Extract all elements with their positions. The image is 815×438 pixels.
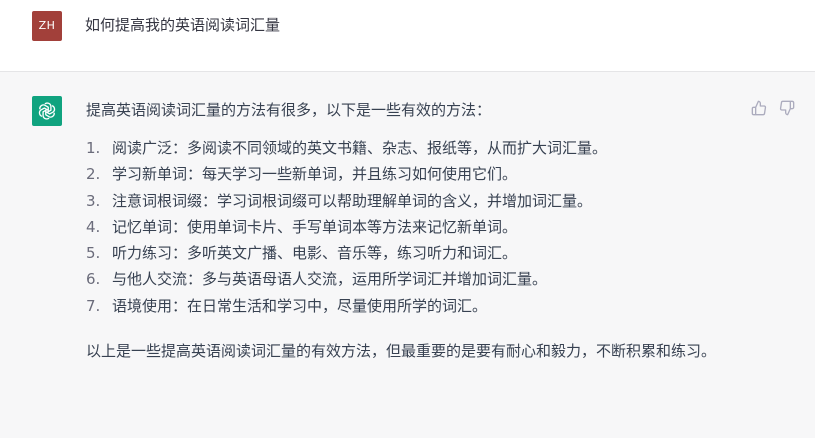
assistant-avatar (32, 96, 62, 126)
assistant-intro: 提高英语阅读词汇量的方法有很多，以下是一些有效的方法： (86, 101, 492, 119)
list-item-text: 阅读广泛：多阅读不同领域的英文书籍、杂志、报纸等，从而扩大词汇量。 (112, 139, 608, 157)
list-item-number: 4. (86, 217, 101, 236)
method-list-item: 2. 学习新单词：每天学习一些新单词，并且练习如何使用它们。 (86, 163, 736, 189)
list-item-number: 6. (86, 270, 101, 289)
openai-logo-icon (38, 102, 56, 120)
list-item-text: 记忆单词：使用单词卡片、手写单词本等方法来记忆新单词。 (112, 217, 518, 236)
list-item-text: 听力练习：多听英文广播、电影、音乐等，练习听力和词汇。 (112, 244, 518, 263)
list-item-text: 注意词根词缀：学习词根词缀可以帮助理解单词的含义，并增加词汇量。 (112, 191, 593, 210)
list-item-number: 5. (86, 244, 101, 263)
list-item-number: 7. (86, 296, 101, 315)
user-message-text: 如何提高我的英语阅读词汇量 (85, 16, 281, 34)
method-list-item: 4. 记忆单词：使用单词卡片、手写单词本等方法来记忆新单词。 (86, 216, 736, 242)
thumbs-up-icon[interactable] (751, 100, 767, 116)
assistant-closing: 以上是一些提高英语阅读词汇量的有效方法，但最重要的是要有耐心和毅力，不断积累和练… (86, 342, 717, 361)
method-list-item: 7. 语境使用：在日常生活和学习中，尽量使用所学的词汇。 (86, 295, 736, 321)
thumbs-down-icon[interactable] (779, 100, 795, 116)
method-list: 1. 阅读广泛：多阅读不同领域的英文书籍、杂志、报纸等，从而扩大词汇量。 2. 学习新… (86, 137, 736, 321)
user-avatar: ZH (32, 11, 62, 41)
method-list-item: 1. 阅读广泛：多阅读不同领域的英文书籍、杂志、报纸等，从而扩大词汇量。 (86, 137, 736, 163)
list-item-text: 与他人交流：多与英语母语人交流，运用所学词汇并增加词汇量。 (112, 270, 548, 289)
method-list-item: 3. 注意词根词缀：学习词根词缀可以帮助理解单词的含义，并增加词汇量。 (86, 190, 736, 216)
user-message-row: ZH 如何提高我的英语阅读词汇量 (0, 0, 815, 72)
list-item-number: 1. (86, 139, 101, 157)
assistant-message-content: 提高英语阅读词汇量的方法有很多，以下是一些有效的方法： 1. 阅读广泛：多阅读不同… (86, 99, 736, 364)
assistant-message-row: 提高英语阅读词汇量的方法有很多，以下是一些有效的方法： 1. 阅读广泛：多阅读不同… (0, 72, 815, 438)
list-item-text: 学习新单词：每天学习一些新单词，并且练习如何使用它们。 (112, 165, 518, 184)
method-list-item: 6. 与他人交流：多与英语母语人交流，运用所学词汇并增加词汇量。 (86, 268, 736, 294)
method-list-item: 5. 听力练习：多听英文广播、电影、音乐等，练习听力和词汇。 (86, 242, 736, 268)
list-item-text: 语境使用：在日常生活和学习中，尽量使用所学的词汇。 (112, 296, 488, 315)
list-item-number: 3. (86, 191, 101, 210)
list-item-number: 2. (86, 165, 101, 184)
